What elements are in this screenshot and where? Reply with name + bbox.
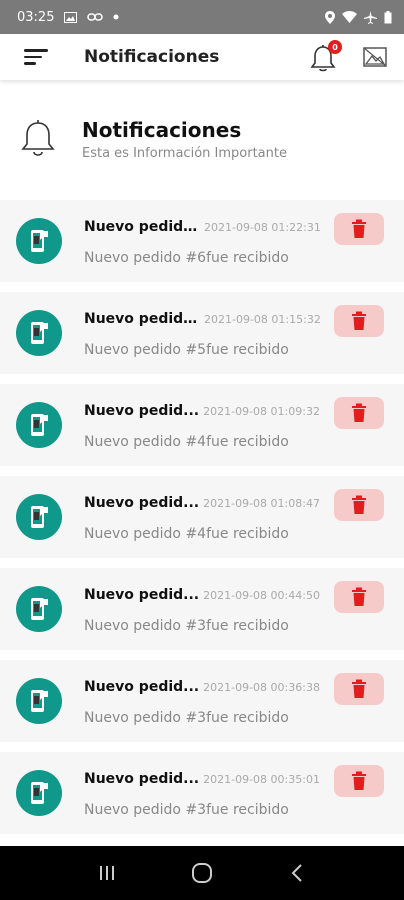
recents-button[interactable]: [87, 853, 127, 893]
notification-message: Nuevo pedido #6fue recibido: [84, 250, 289, 266]
trash-icon: [352, 679, 366, 698]
home-button[interactable]: [182, 853, 222, 893]
notification-title: Nuevo pedid...: [84, 587, 200, 603]
recents-icon: [100, 866, 115, 880]
status-time: 03:25: [17, 9, 55, 25]
page-subtitle: Esta es Información Importante: [82, 146, 287, 161]
phone-icon: [31, 690, 48, 712]
notification-date: 2021-09-08 01:22:31: [204, 221, 321, 234]
phone-icon: [31, 782, 48, 804]
trash-icon: [352, 403, 366, 422]
location-icon: [325, 10, 335, 24]
bell-icon: [21, 120, 55, 156]
notification-message: Nuevo pedido #3fue recibido: [84, 710, 289, 726]
notification-item[interactable]: Nuevo pedido... 2021-09-08 01:15:32 Nuev…: [0, 292, 404, 374]
notification-message: Nuevo pedido #3fue recibido: [84, 802, 289, 818]
phone-icon: [31, 322, 48, 344]
image-icon[interactable]: [362, 44, 388, 70]
notification-badge: 0: [328, 40, 342, 54]
notification-item[interactable]: Nuevo pedid... 2021-09-08 00:44:50 Nuevo…: [0, 568, 404, 650]
status-bar: 03:25: [0, 0, 404, 34]
notification-message: Nuevo pedido #3fue recibido: [84, 618, 289, 634]
delete-button[interactable]: [334, 581, 384, 613]
menu-icon-line: [24, 49, 48, 52]
notification-title: Nuevo pedid...: [84, 403, 200, 419]
notification-date: 2021-09-08 01:09:32: [203, 405, 320, 418]
phone-icon: [31, 414, 48, 436]
battery-icon: [384, 10, 392, 23]
notification-date: 2021-09-08 01:08:47: [203, 497, 320, 510]
notification-title: Nuevo pedido...: [84, 311, 200, 327]
notification-avatar: [16, 218, 62, 264]
phone-icon: [31, 506, 48, 528]
page-title: Notificaciones: [82, 118, 242, 142]
delete-button[interactable]: [334, 213, 384, 245]
app-bar: Notificaciones 0: [0, 34, 404, 80]
notification-title: Nuevo pedid...: [84, 771, 200, 787]
trash-icon: [352, 587, 366, 606]
notification-avatar: [16, 310, 62, 356]
trash-icon: [352, 771, 366, 790]
notification-item[interactable]: Nuevo pedid... 2021-09-08 00:35:01 Nuevo…: [0, 752, 404, 834]
delete-button[interactable]: [334, 489, 384, 521]
phone-icon: [31, 230, 48, 252]
delete-button[interactable]: [334, 673, 384, 705]
notification-date: 2021-09-08 00:36:38: [203, 681, 320, 694]
phone-icon: [31, 598, 48, 620]
trash-icon: [352, 219, 366, 238]
back-icon: [291, 864, 302, 882]
notification-avatar: [16, 586, 62, 632]
notification-message: Nuevo pedido #4fue recibido: [84, 434, 289, 450]
notification-avatar: [16, 678, 62, 724]
delete-button[interactable]: [334, 397, 384, 429]
menu-icon-line: [24, 55, 42, 59]
notification-item[interactable]: Nuevo pedid... 2021-09-08 01:08:47 Nuevo…: [0, 476, 404, 558]
notification-date: 2021-09-08 00:44:50: [203, 589, 320, 602]
image-icon: [64, 11, 78, 23]
link-icon: [87, 13, 104, 21]
notifications-button[interactable]: 0: [310, 40, 342, 72]
notification-title: Nuevo pedido...: [84, 219, 200, 235]
wifi-icon: [342, 11, 357, 23]
delete-button[interactable]: [334, 765, 384, 797]
airplane-icon: [364, 10, 377, 24]
notification-item[interactable]: Nuevo pedido... 2021-09-08 01:22:31 Nuev…: [0, 200, 404, 282]
notification-message: Nuevo pedido #4fue recibido: [84, 526, 289, 542]
notification-avatar: [16, 402, 62, 448]
notifications-header: Notificaciones Esta es Información Impor…: [0, 80, 404, 200]
app-bar-title: Notificaciones: [84, 47, 220, 67]
notification-avatar: [16, 770, 62, 816]
notification-date: 2021-09-08 01:15:32: [204, 313, 321, 326]
notification-message: Nuevo pedido #5fue recibido: [84, 342, 289, 358]
back-button[interactable]: [277, 853, 317, 893]
notification-date: 2021-09-08 00:35:01: [203, 773, 320, 786]
notification-title: Nuevo pedid...: [84, 495, 200, 511]
notification-list: Nuevo pedido... 2021-09-08 01:22:31 Nuev…: [0, 200, 404, 844]
notification-avatar: [16, 494, 62, 540]
dot-icon: [113, 14, 119, 20]
notification-item[interactable]: Nuevo pedid... 2021-09-08 01:09:32 Nuevo…: [0, 384, 404, 466]
navigation-bar: [0, 846, 404, 900]
menu-button[interactable]: [24, 47, 50, 67]
notification-item[interactable]: Nuevo pedid... 2021-09-08 00:36:38 Nuevo…: [0, 660, 404, 742]
home-icon: [191, 863, 212, 883]
menu-icon-line: [24, 62, 36, 65]
trash-icon: [352, 311, 366, 330]
delete-button[interactable]: [334, 305, 384, 337]
notification-title: Nuevo pedid...: [84, 679, 200, 695]
trash-icon: [352, 495, 366, 514]
